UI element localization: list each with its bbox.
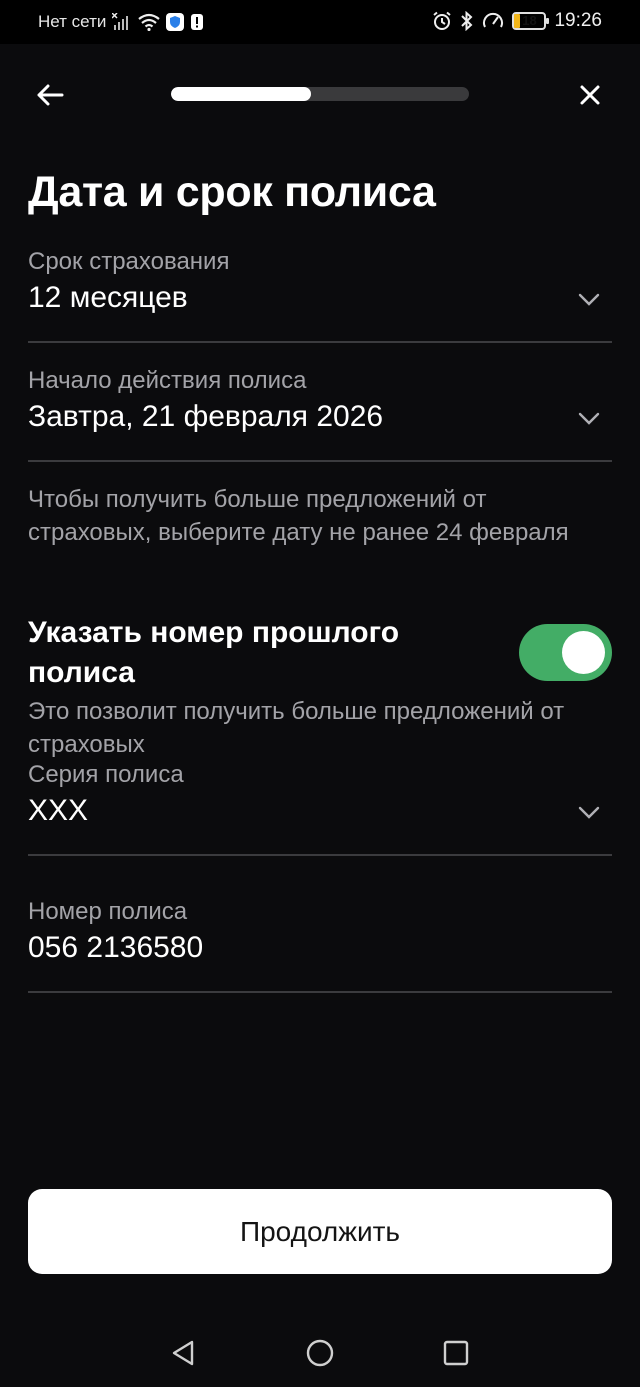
policy-series-label: Серия полиса xyxy=(28,761,184,788)
policy-number-label: Номер полиса xyxy=(28,898,188,925)
clock: 19:26 xyxy=(554,10,602,31)
close-button[interactable] xyxy=(570,76,610,114)
insurance-term-select[interactable]: Срок страхования 12 месяцев xyxy=(28,247,612,337)
policy-series-value: ХХХ xyxy=(28,794,89,827)
divider xyxy=(28,854,612,856)
system-back-button[interactable] xyxy=(163,1333,203,1373)
system-home-button[interactable] xyxy=(300,1333,340,1373)
policy-start-label: Начало действия полиса xyxy=(28,367,307,394)
policy-start-select[interactable]: Начало действия полиса Завтра, 21 феврал… xyxy=(28,366,612,456)
chevron-down-icon xyxy=(578,412,600,425)
policy-series-select[interactable]: Серия полиса ХХХ xyxy=(28,760,612,850)
bluetooth-icon xyxy=(461,11,473,31)
previous-policy-toggle[interactable] xyxy=(519,624,612,681)
system-recents-button[interactable] xyxy=(436,1333,476,1373)
close-icon xyxy=(580,85,600,105)
battery-icon: 18 xyxy=(512,12,550,30)
previous-policy-toggle-label: Указать номер прошлого полиса xyxy=(28,616,400,689)
alarm-icon xyxy=(433,11,452,30)
date-hint-text: Чтобы получить больше предложений от стр… xyxy=(28,486,569,546)
shield-icon xyxy=(166,13,185,31)
step-progress-fill xyxy=(171,87,312,101)
carrier-text: Нет сети xyxy=(38,12,107,31)
battery-level: 18 xyxy=(522,13,537,28)
divider xyxy=(28,991,612,993)
policy-start-value: Завтра, 21 февраля 2026 xyxy=(28,400,384,433)
insurance-term-value: 12 месяцев xyxy=(28,281,188,314)
status-bar: Нет сети 18 19:26 xyxy=(0,0,640,44)
arrow-left-icon xyxy=(37,84,64,106)
square-recents-icon xyxy=(443,1340,469,1366)
divider xyxy=(28,341,612,343)
step-progress-bar xyxy=(171,87,469,101)
alert-icon xyxy=(191,14,204,30)
screen: Нет сети 18 19:26 Дата и срок полиса Сро… xyxy=(0,0,640,1387)
continue-button[interactable]: Продолжить xyxy=(28,1189,612,1274)
policy-number-input[interactable]: Номер полиса 056 2136580 xyxy=(28,897,612,987)
policy-number-value: 056 2136580 xyxy=(28,931,204,964)
wifi-icon xyxy=(138,13,161,31)
status-left: Нет сети xyxy=(38,12,204,32)
circle-home-icon xyxy=(306,1339,334,1367)
triangle-back-icon xyxy=(172,1340,194,1366)
insurance-term-label: Срок страхования xyxy=(28,248,230,275)
chevron-down-icon xyxy=(578,806,600,819)
status-right: 18 19:26 xyxy=(432,10,602,32)
battery-fill xyxy=(514,14,520,28)
system-nav-bar xyxy=(0,1315,640,1387)
previous-policy-hint: Это позволит получить больше предложений… xyxy=(28,698,565,758)
back-button[interactable] xyxy=(30,76,70,114)
divider xyxy=(28,460,612,462)
speed-icon xyxy=(483,12,504,28)
page-title: Дата и срок полиса xyxy=(28,168,436,216)
chevron-down-icon xyxy=(578,293,600,306)
toggle-knob xyxy=(562,631,605,674)
no-signal-icon xyxy=(112,13,129,30)
